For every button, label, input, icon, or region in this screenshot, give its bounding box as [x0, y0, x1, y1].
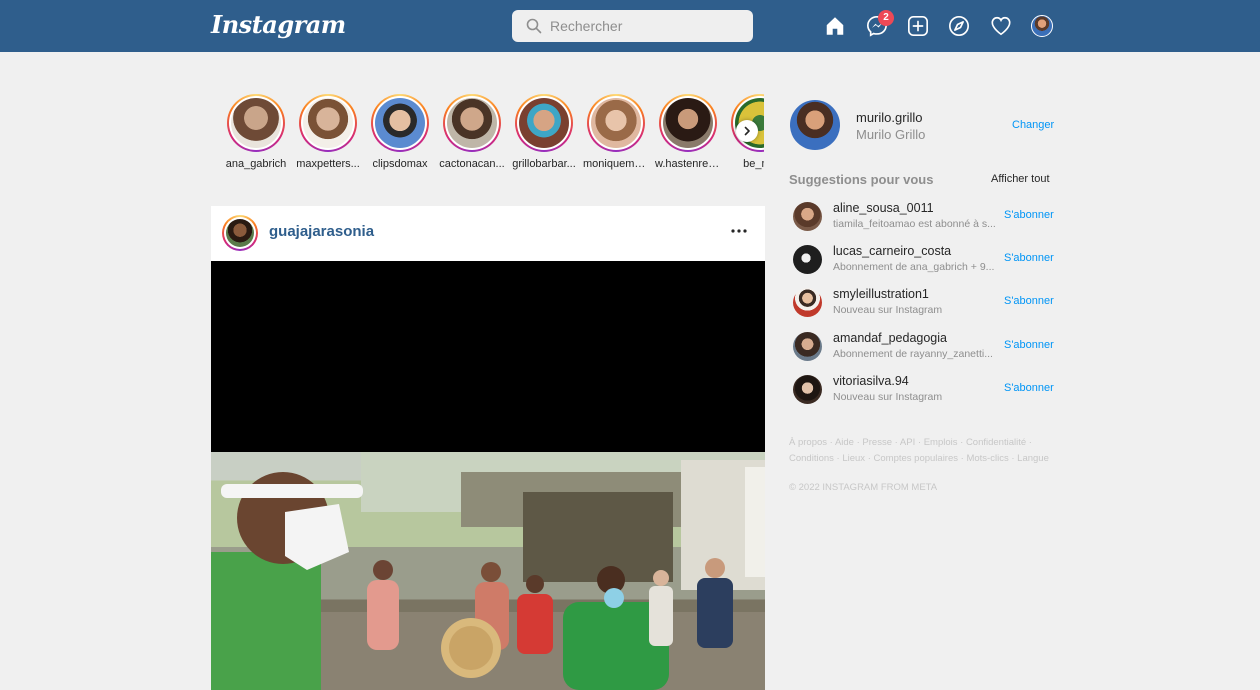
story-item[interactable]: clipsdomax	[367, 94, 433, 170]
suggestion-row: lucas_carneiro_costa Abonnement de ana_g…	[790, 243, 1054, 279]
instagram-logo[interactable]: Instagram	[211, 10, 346, 39]
copyright-text: © 2022 INSTAGRAM FROM META	[789, 482, 938, 493]
suggestion-row: amandaf_pedagogia Abonnement de rayanny_…	[790, 330, 1054, 366]
post-video-frame	[211, 452, 765, 690]
suggestion-username[interactable]: amandaf_pedagogia	[833, 331, 947, 345]
suggestion-username[interactable]: aline_sousa_0011	[833, 201, 934, 215]
explore-icon[interactable]	[948, 15, 970, 37]
switch-account-link[interactable]: Changer	[1012, 119, 1054, 131]
follow-button[interactable]: S'abonner	[1004, 209, 1054, 221]
story-username: moniquema...	[583, 158, 649, 170]
suggestion-username[interactable]: vitoriasilva.94	[833, 374, 909, 388]
footer-link-hashtags[interactable]: Mots-clics	[966, 453, 1008, 464]
footer-link-about[interactable]: À propos	[789, 437, 827, 448]
messenger-badge: 2	[878, 10, 894, 26]
post-video[interactable]	[211, 452, 765, 690]
search-box[interactable]	[512, 10, 753, 42]
current-user-username[interactable]: murilo.grillo	[856, 110, 922, 125]
story-avatar	[591, 98, 641, 148]
story-avatar	[231, 98, 281, 148]
current-user-fullname: Murilo Grillo	[856, 127, 926, 142]
footer-link-locations[interactable]: Lieux	[842, 453, 865, 464]
footer-link-help[interactable]: Aide	[835, 437, 854, 448]
footer-link-terms[interactable]: Conditions	[789, 453, 834, 464]
current-user-avatar[interactable]	[790, 100, 840, 150]
footer-links: À propos · Aide · Presse · API · Emplois…	[789, 437, 1049, 464]
suggestion-username[interactable]: lucas_carneiro_costa	[833, 244, 951, 258]
suggestion-avatar[interactable]	[793, 202, 822, 231]
heart-icon[interactable]	[990, 15, 1012, 37]
story-username: be_ma	[743, 158, 764, 170]
feed-post: guajajarasonia	[211, 206, 765, 690]
footer-link-api[interactable]: API	[900, 437, 915, 448]
story-avatar	[663, 98, 713, 148]
search-input[interactable]	[550, 10, 745, 42]
follow-button[interactable]: S'abonner	[1004, 295, 1054, 307]
suggestion-row: aline_sousa_0011 tiamila_feitoamao est a…	[790, 200, 1054, 236]
suggestion-subtitle: tiamila_feitoamao est abonné à s...	[833, 218, 996, 230]
story-username: grillobarbar...	[512, 158, 576, 170]
suggestion-username[interactable]: smyleillustration1	[833, 287, 929, 301]
story-item[interactable]: grillobarbar...	[511, 94, 577, 170]
footer-link-language[interactable]: Langue	[1017, 453, 1049, 464]
new-post-icon[interactable]	[907, 15, 929, 37]
follow-button[interactable]: S'abonner	[1004, 382, 1054, 394]
suggestion-subtitle: Nouveau sur Instagram	[833, 304, 943, 316]
footer-link-popular-accounts[interactable]: Comptes populaires	[874, 453, 959, 464]
search-icon	[526, 18, 542, 34]
see-all-suggestions-link[interactable]: Afficher tout	[991, 173, 1050, 185]
follow-button[interactable]: S'abonner	[1004, 252, 1054, 264]
footer-link-press[interactable]: Presse	[862, 437, 892, 448]
suggestion-subtitle: Abonnement de rayanny_zanetti...	[833, 348, 993, 360]
story-avatar	[519, 98, 569, 148]
post-header: guajajarasonia	[211, 206, 765, 261]
story-item[interactable]: maxpetters...	[295, 94, 361, 170]
suggestion-subtitle: Abonnement de ana_gabrich + 9...	[833, 261, 995, 273]
top-navigation-bar: Instagram 2	[0, 0, 1260, 52]
home-icon[interactable]	[824, 15, 846, 37]
profile-avatar-nav[interactable]	[1031, 15, 1053, 37]
story-username: cactonacan...	[439, 158, 505, 170]
suggestions-title: Suggestions pour vous	[789, 172, 934, 187]
story-item[interactable]: moniquema...	[583, 94, 649, 170]
suggestion-row: vitoriasilva.94 Nouveau sur Instagram S'…	[790, 373, 1054, 409]
stories-tray: ana_gabrich maxpetters... clipsdomax cac…	[211, 88, 764, 182]
story-username: ana_gabrich	[225, 158, 287, 170]
suggestion-avatar[interactable]	[793, 245, 822, 274]
story-username: clipsdomax	[372, 158, 428, 170]
story-avatar	[303, 98, 353, 148]
post-author-avatar[interactable]	[222, 215, 258, 251]
post-author-username[interactable]: guajajarasonia	[269, 223, 374, 240]
story-item[interactable]: ana_gabrich	[223, 94, 289, 170]
suggestion-subtitle: Nouveau sur Instagram	[833, 391, 943, 403]
story-username: w.hastenreit...	[655, 158, 721, 170]
story-item[interactable]: cactonacan...	[439, 94, 505, 170]
footer-link-jobs[interactable]: Emplois	[924, 437, 958, 448]
more-icon[interactable]	[730, 228, 748, 234]
follow-button[interactable]: S'abonner	[1004, 339, 1054, 351]
stories-next-button[interactable]	[736, 120, 758, 142]
suggestion-avatar[interactable]	[793, 375, 822, 404]
post-video-letterbox[interactable]	[211, 261, 765, 452]
story-avatar	[375, 98, 425, 148]
chevron-right-icon	[744, 126, 750, 136]
suggestion-avatar[interactable]	[793, 288, 822, 317]
story-username: maxpetters...	[296, 158, 360, 170]
story-item[interactable]: w.hastenreit...	[655, 94, 721, 170]
story-avatar	[447, 98, 497, 148]
footer-link-privacy[interactable]: Confidentialité	[966, 437, 1026, 448]
suggestion-avatar[interactable]	[793, 332, 822, 361]
suggestion-row: smyleillustration1 Nouveau sur Instagram…	[790, 286, 1054, 322]
